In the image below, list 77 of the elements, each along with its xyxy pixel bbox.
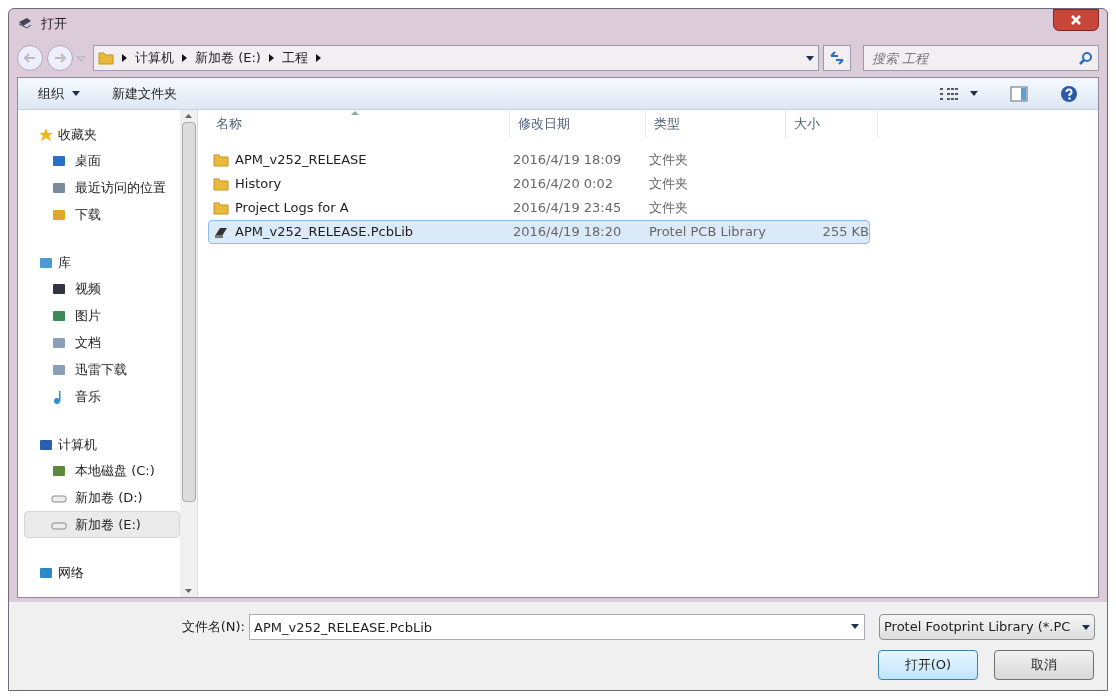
type-cell-text: 文件夹 <box>648 151 689 170</box>
refresh-button[interactable] <box>823 45 851 71</box>
caret-icon <box>1082 624 1090 630</box>
file-type-dropdown[interactable]: Protel Footprint Library (*.PC <box>879 614 1095 640</box>
date-cell-text: 2016/4/19 18:20 <box>512 223 623 242</box>
new-folder-button[interactable]: 新建文件夹 <box>112 83 177 104</box>
nav-item[interactable]: 桌面 <box>24 147 180 174</box>
file-name: APM_v252_RELEASE <box>235 151 367 170</box>
type-cell-text: 文件夹 <box>648 199 689 218</box>
date-cell-text: 2016/4/20 0:02 <box>512 175 614 194</box>
search-icon <box>1079 51 1093 65</box>
caret-icon <box>806 55 814 61</box>
pane-icon <box>1010 85 1028 102</box>
nav-item[interactable]: 迅雷下载 <box>24 356 180 383</box>
nav-group-item[interactable]: 库 <box>24 250 180 275</box>
nav-item[interactable]: 新加卷 (D:) <box>24 484 180 511</box>
date-cell-text: 2016/4/19 23:45 <box>512 199 623 218</box>
breadcrumb-item[interactable]: 计算机 <box>135 48 174 68</box>
filename-label: 文件名(N): <box>180 618 246 637</box>
file-name: Project Logs for A <box>235 199 349 218</box>
caret-icon <box>122 54 127 62</box>
file-row[interactable]: History 2016/4/20 0:02 文件夹 <box>208 172 870 196</box>
search-field[interactable]: 搜索 工程 <box>863 45 1099 71</box>
star-icon <box>38 126 54 143</box>
file-name: APM_v252_RELEASE.PcbLib <box>235 223 413 242</box>
help-button[interactable] <box>1060 84 1078 103</box>
filename-field[interactable]: APM_v252_RELEASE.PcbLib <box>249 614 865 640</box>
back-arrow-icon <box>24 53 36 63</box>
open-button[interactable]: 打开(O) <box>878 650 978 680</box>
caret-icon <box>315 54 321 62</box>
caret-icon <box>970 91 978 96</box>
column-header[interactable]: 修改日期 <box>510 110 646 138</box>
address-bar[interactable]: 计算机 新加卷 (E:) 工程 <box>93 45 819 71</box>
nav-item[interactable]: 下载 <box>24 201 180 228</box>
close-icon <box>1070 15 1082 25</box>
column-header[interactable]: 类型 <box>646 110 786 138</box>
date-cell-text: 2016/4/19 18:09 <box>512 151 623 170</box>
breadcrumb-item[interactable]: 新加卷 (E:) <box>195 48 261 68</box>
breadcrumb-item[interactable]: 工程 <box>281 48 308 68</box>
scrollbar-thumb[interactable] <box>181 122 196 502</box>
type-cell-text: Protel PCB Library <box>648 223 767 242</box>
view-options-button[interactable] <box>940 86 978 101</box>
forward-arrow-icon <box>54 53 66 63</box>
file-row[interactable]: Project Logs for A 2016/4/19 23:45 文件夹 <box>208 196 870 220</box>
nav-item[interactable]: 新加卷 (E:) <box>24 511 180 538</box>
nav-group-item[interactable]: 网络 <box>24 560 180 585</box>
sort-arrow-icon <box>351 111 359 115</box>
refresh-icon <box>829 51 845 65</box>
nav-item[interactable]: 本地磁盘 (C:) <box>24 457 180 484</box>
scroll-down-icon[interactable] <box>185 589 192 593</box>
caret-icon <box>77 55 85 61</box>
column-header[interactable]: 名称 <box>208 110 510 138</box>
caret-icon <box>851 624 859 629</box>
window-title: 打开 <box>41 15 67 34</box>
list-view-icon <box>940 86 958 101</box>
nav-group-item[interactable]: 计算机 <box>24 432 180 457</box>
scroll-up-icon[interactable] <box>185 114 192 118</box>
file-name: History <box>235 175 282 194</box>
organize-button[interactable]: 组织 <box>38 83 80 104</box>
type-cell-text: 文件夹 <box>648 175 689 194</box>
cancel-button[interactable]: 取消 <box>994 650 1094 680</box>
nav-item[interactable]: 音乐 <box>24 383 180 410</box>
close-button[interactable] <box>1053 9 1099 31</box>
nav-item[interactable]: 图片 <box>24 302 180 329</box>
preview-pane-button[interactable] <box>1010 85 1028 102</box>
nav-item[interactable]: 文档 <box>24 329 180 356</box>
nav-group-item[interactable]: 收藏夹 <box>24 122 180 147</box>
file-row[interactable]: APM_v252_RELEASE 2016/4/19 18:09 文件夹 <box>208 148 870 172</box>
size-cell-text: 255 KB <box>822 223 869 242</box>
nav-item[interactable]: 视频 <box>24 275 180 302</box>
help-icon <box>1060 84 1078 103</box>
caret-icon <box>72 91 80 96</box>
file-row[interactable]: APM_v252_RELEASE.PcbLib 2016/4/19 18:20 Protel PCB Library 255 KB <box>208 220 870 244</box>
caret-icon <box>182 54 187 62</box>
caret-icon <box>268 54 274 62</box>
column-header[interactable]: 大小 <box>786 110 878 138</box>
nav-item[interactable]: 最近访问的位置 <box>24 174 180 201</box>
